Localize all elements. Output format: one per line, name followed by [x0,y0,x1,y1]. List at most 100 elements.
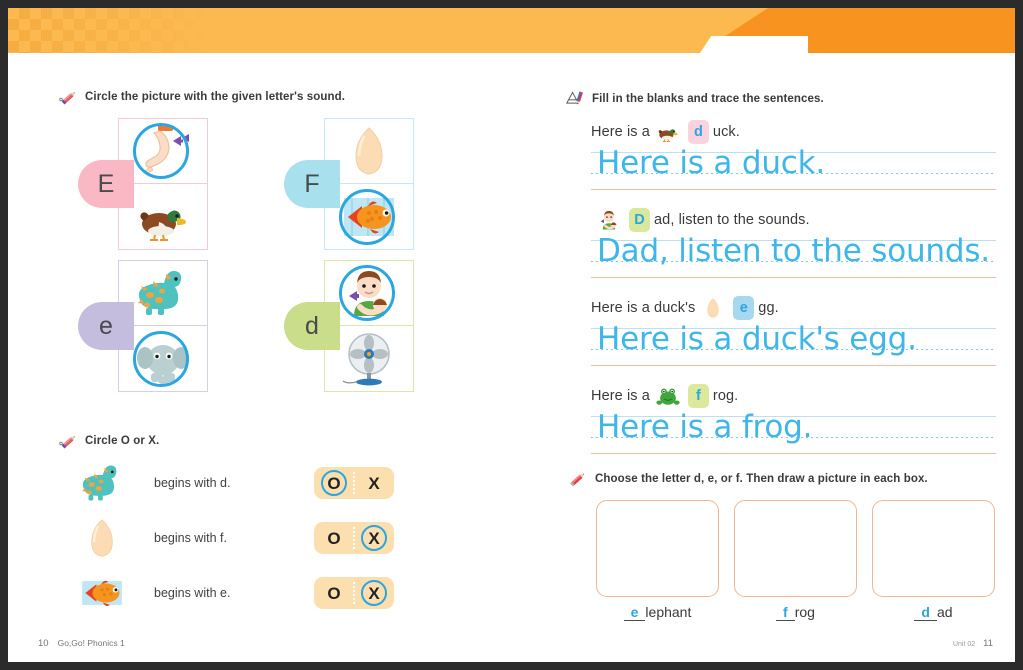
blank-letter-box[interactable]: f [687,384,709,408]
option-x-label: X [368,473,380,493]
fish-image [338,188,400,246]
prompt-before: Here is a duck's [591,300,696,316]
option-o-label: O [327,473,341,493]
trace-text: Here is a duck. [597,145,826,181]
blank-letter-box[interactable]: D [629,208,650,232]
sentence-prompt: Here is a duck's e gg. [591,296,996,320]
prompt-before: Here is a [591,124,650,140]
caption-filled-letter: d [914,604,937,621]
instruction-text: Choose the letter d, e, or f. Then draw … [595,473,928,485]
ox-row-dinosaur: begins with d. O X [76,460,416,506]
trace-text: Here is a frog. [597,409,813,445]
tracing-line[interactable]: Here is a frog. [591,409,996,458]
draw-item-elephant: e lephant [596,500,719,621]
duck-image [654,120,682,144]
egg-image [699,296,727,320]
section-heading-choose-and-draw: Choose the letter d, e, or f. Then draw … [568,470,928,488]
option-x-label: X [368,528,380,548]
fish-image [76,570,128,616]
ox-answer-pill[interactable]: O X [314,577,394,609]
section-heading-circle-o-or-x: Circle O or X. [58,432,159,450]
answer-circle [339,265,395,321]
answer-circle [133,123,189,179]
drawing-area[interactable] [734,500,857,597]
header-banner [8,8,1015,53]
tracing-line[interactable]: Here is a duck's egg. [591,321,996,370]
option-x[interactable]: X [354,522,394,554]
option-o-label: O [327,583,341,603]
banner-checker-pattern [8,8,208,53]
prompt-after: uck. [712,124,740,140]
answer-circle [339,188,395,245]
instruction-text: Fill in the blanks and trace the sentenc… [592,93,824,105]
egg-image [338,122,400,180]
fan-image [338,330,400,388]
option-x[interactable]: X [354,577,394,609]
ox-row-label: begins with e. [154,586,231,600]
draw-item-dad: d ad [872,500,995,621]
elbow-arm-image [132,122,194,180]
pencil-icon [58,432,78,450]
pencil-and-paper-icon [565,90,585,108]
draw-caption: e lephant [596,604,719,621]
trace-item-egg: Here is a duck's e gg. Here is a duck's … [591,296,996,370]
prompt-after: ad, listen to the sounds. [654,212,810,228]
trace-item-dad: D ad, listen to the sounds. Dad, listen … [591,208,996,282]
section-heading-fill-and-trace: Fill in the blanks and trace the sentenc… [565,90,824,108]
blank-letter-box[interactable]: d [687,120,709,144]
page-number-right: 11 [983,638,993,649]
draw-caption: d ad [872,604,995,621]
option-x-label: X [368,583,380,603]
caption-rest: lephant [645,604,692,620]
option-o[interactable]: O [314,467,354,499]
ox-row-label: begins with f. [154,531,227,545]
drawing-area[interactable] [872,500,995,597]
sentence-prompt: Here is a f rog. [591,384,996,408]
dad-and-baby-image [338,264,400,322]
option-o-label: O [327,528,341,548]
trace-text: Dad, listen to the sounds. [597,233,990,269]
frog-image [654,384,682,408]
duck-image [132,188,194,246]
letter-tab-E: E [78,160,134,208]
prompt-after: gg. [758,300,779,316]
page-number-left: 10 [38,638,49,649]
option-o[interactable]: O [314,522,354,554]
dinosaur-image [76,460,128,506]
letter-tab-e: e [78,302,134,350]
blank-letter-box[interactable]: e [733,296,755,320]
tracing-line[interactable]: Here is a duck. [591,145,996,194]
trace-item-duck: Here is a d uck. Here is a duck. [591,120,996,194]
ox-row-label: begins with d. [154,476,231,490]
trace-baseline [591,365,996,366]
instruction-text: Circle O or X. [85,435,160,447]
trace-baseline [591,277,996,278]
elephant-image [132,330,194,388]
ox-answer-pill[interactable]: O X [314,467,394,499]
caption-filled-letter: f [776,604,795,621]
unit-note: Unit 02 [952,641,976,648]
letter-tab-F: F [284,160,340,208]
ox-answer-pill[interactable]: O X [314,522,394,554]
caption-rest: rog [794,604,815,620]
footer-right: Unit 02 11 [953,638,993,649]
trace-item-frog: Here is a f rog. Here is a frog. [591,384,996,458]
drawing-area[interactable] [596,500,719,597]
draw-caption: f rog [734,604,857,621]
dad-and-baby-image [595,208,623,232]
letter-tab-d: d [284,302,340,350]
ox-row-fish: begins with e. O X [76,570,416,616]
instruction-text: Circle the picture with the given letter… [85,91,346,103]
trace-text: Here is a duck's egg. [597,321,917,357]
option-x[interactable]: X [354,467,394,499]
sentence-prompt: Here is a d uck. [591,120,996,144]
sentence-prompt: D ad, listen to the sounds. [591,208,996,232]
pencil-icon [58,88,78,106]
draw-item-frog: f rog [734,500,857,621]
caption-rest: ad [936,604,953,620]
tracing-line[interactable]: Dad, listen to the sounds. [591,233,996,282]
ox-row-egg: begins with f. O X [76,515,416,561]
egg-image [76,515,128,561]
option-o[interactable]: O [314,577,354,609]
dinosaur-image [132,264,194,322]
